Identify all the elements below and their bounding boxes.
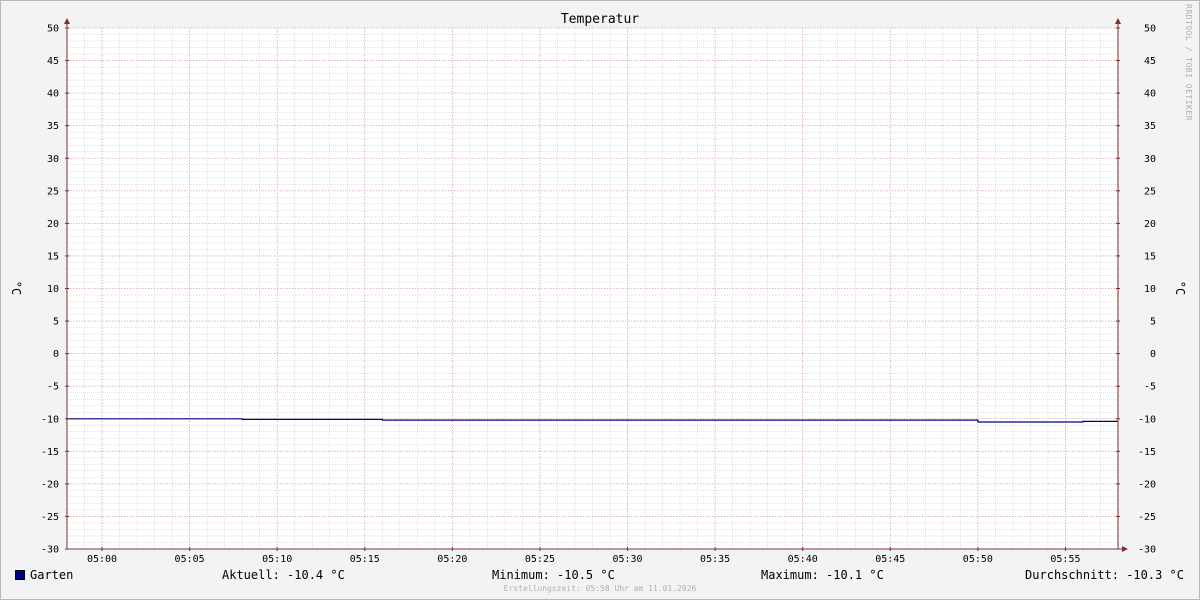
y-tick-label-left: 10 <box>47 284 59 295</box>
x-tick-label: 05:55 <box>1050 554 1080 565</box>
watermark: RRDTOOL / TOBI OETIKER <box>1184 4 1193 121</box>
y-tick-label-left: 50 <box>47 24 59 35</box>
x-tick-label: 05:50 <box>963 554 993 565</box>
y-axis-left-arrow <box>64 18 70 24</box>
y-tick-label-right: -25 <box>1138 512 1156 523</box>
y-tick-label-left: 30 <box>47 154 59 165</box>
legend-series-name: Garten <box>30 568 74 582</box>
y-tick-label-left: 15 <box>47 251 59 262</box>
x-tick-label: 05:30 <box>612 554 642 565</box>
legend-minimum: Minimum: -10.5 °C <box>492 568 615 582</box>
x-tick-label: 05:20 <box>437 554 467 565</box>
y-tick-label-right: 35 <box>1144 121 1156 132</box>
temperature-chart: 50 5045 4540 4035 3530 3025 2520 2015 1510 105 50 0… <box>9 12 1187 565</box>
y-tick-label-left: -15 <box>41 447 59 458</box>
y-axis-right-arrow <box>1115 18 1121 24</box>
y-tick-label-right: 25 <box>1144 186 1156 197</box>
y-axis-label-left: °C <box>9 281 23 295</box>
y-axis-label-right: °C <box>1173 281 1187 295</box>
y-tick-label-left: 25 <box>47 186 59 197</box>
y-tick-label-right: -20 <box>1138 479 1156 490</box>
y-tick-label-left: 35 <box>47 121 59 132</box>
x-tick-label: 05:35 <box>700 554 730 565</box>
legend-maximum: Maximum: -10.1 °C <box>761 568 884 582</box>
legend: Garten Aktuell: -10.4 °C Minimum: -10.5 … <box>0 567 1200 585</box>
y-tick-label-left: -25 <box>41 512 59 523</box>
x-tick-label: 05:40 <box>788 554 818 565</box>
y-tick-label-right: 15 <box>1144 251 1156 262</box>
y-tick-label-right: -30 <box>1138 545 1156 556</box>
y-tick-label-right: -5 <box>1144 382 1156 393</box>
y-tick-label-right: 0 <box>1150 349 1156 360</box>
x-tick-label: 05:10 <box>262 554 292 565</box>
chart-title: Temperatur <box>561 12 639 27</box>
y-tick-label-right: 20 <box>1144 219 1156 230</box>
y-tick-label-right: 40 <box>1144 89 1156 100</box>
y-tick-label-right: 30 <box>1144 154 1156 165</box>
y-tick-label-left: 45 <box>47 56 59 67</box>
y-tick-label-right: 5 <box>1150 317 1156 328</box>
y-tick-label-left: 40 <box>47 89 59 100</box>
y-tick-label-left: -20 <box>41 479 59 490</box>
legend-swatch <box>15 570 25 580</box>
x-tick-label: 05:15 <box>350 554 380 565</box>
x-tick-label: 05:05 <box>175 554 205 565</box>
y-tick-label-left: -5 <box>47 382 59 393</box>
y-tick-label-left: 5 <box>53 317 59 328</box>
x-tick-label: 05:45 <box>875 554 905 565</box>
y-tick-label-right: 10 <box>1144 284 1156 295</box>
y-tick-label-right: -15 <box>1138 447 1156 458</box>
y-tick-label-left: 0 <box>53 349 59 360</box>
y-tick-label-left: 20 <box>47 219 59 230</box>
x-tick-label: 05:00 <box>87 554 117 565</box>
y-tick-label-right: 45 <box>1144 56 1156 67</box>
y-tick-label-right: -10 <box>1138 414 1156 425</box>
grid <box>66 27 1119 550</box>
x-tick-label: 05:25 <box>525 554 555 565</box>
y-tick-label-left: -10 <box>41 414 59 425</box>
legend-current: Aktuell: -10.4 °C <box>222 568 345 582</box>
x-axis-arrow <box>1122 546 1128 552</box>
creation-timestamp: Erstellungszeit: 05:58 Uhr am 11.01.2026 <box>503 584 697 593</box>
y-tick-label-left: -30 <box>41 545 59 556</box>
y-tick-label-right: 50 <box>1144 24 1156 35</box>
legend-average: Durchschnitt: -10.3 °C <box>1025 568 1184 582</box>
